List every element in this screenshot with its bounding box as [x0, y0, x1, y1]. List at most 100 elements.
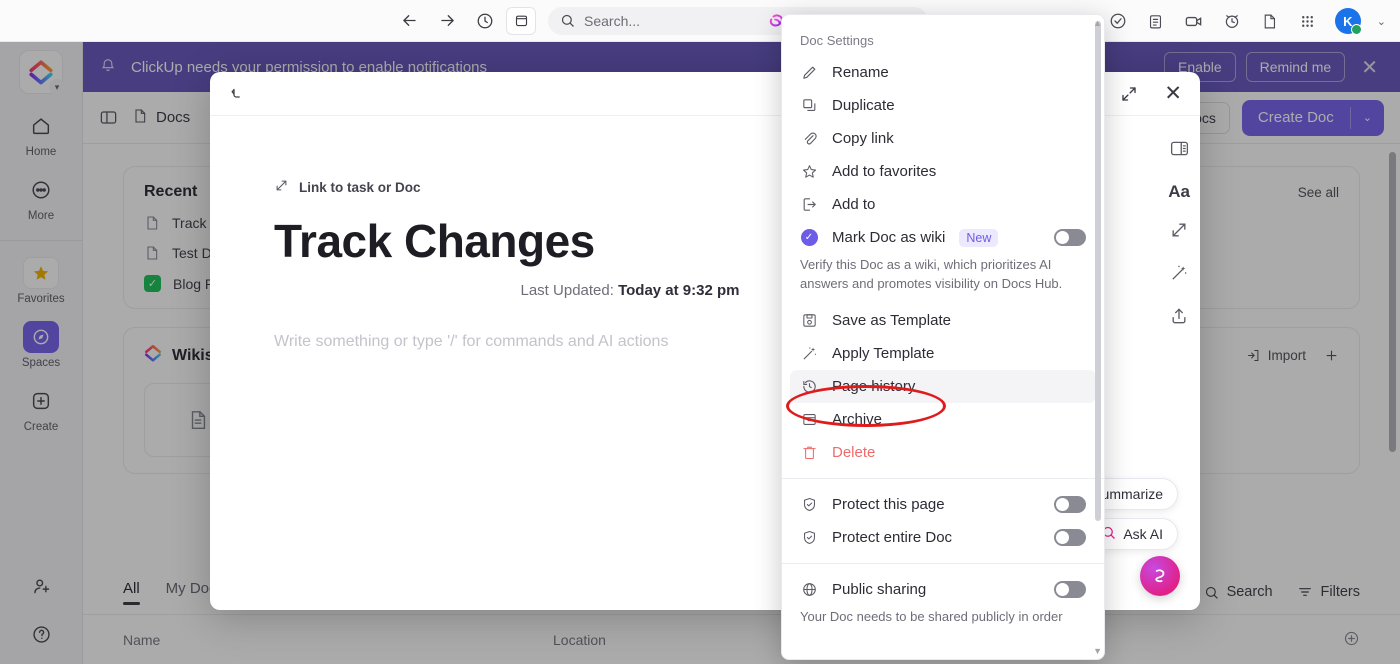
save-template-icon	[800, 312, 818, 329]
search-placeholder: Search...	[584, 12, 641, 29]
breadcrumb-label: Docs	[156, 109, 191, 126]
font-size-icon[interactable]: Aa	[1168, 182, 1190, 202]
paperclip-icon	[800, 130, 818, 147]
sidebar-item-favorites[interactable]: Favorites	[0, 257, 82, 305]
workspace-chevron-icon[interactable]: ▾	[49, 79, 65, 95]
menu-divider	[782, 562, 1104, 564]
close-icon[interactable]: ✕	[1164, 83, 1182, 104]
magic-wand-icon[interactable]	[1169, 263, 1189, 288]
updated-prefix: Last Updated:	[520, 282, 614, 299]
tab-all[interactable]: All	[123, 580, 140, 605]
video-camera-icon[interactable]	[1183, 10, 1205, 32]
close-icon[interactable]: ✕	[1355, 55, 1384, 80]
import-icon	[1247, 350, 1259, 361]
menu-item-archive[interactable]: Archive	[782, 403, 1104, 436]
clickup-ai-orb-icon[interactable]	[1140, 556, 1180, 596]
menu-item-duplicate[interactable]: Duplicate	[782, 89, 1104, 122]
task-check-icon: ✓	[144, 275, 161, 292]
menu-item-protect-this-page[interactable]: Protect this page	[782, 488, 1104, 521]
chevron-down-icon[interactable]: ⌄	[1351, 111, 1384, 124]
protect-page-toggle[interactable]	[1054, 495, 1086, 513]
app-scrollbar[interactable]	[1389, 152, 1396, 452]
menu-item-add-to[interactable]: Add to	[782, 188, 1104, 221]
filters-label: Filters	[1320, 584, 1360, 600]
avatar[interactable]: K	[1334, 8, 1362, 35]
add-column-button[interactable]	[1343, 630, 1360, 650]
clipboard-icon[interactable]	[1145, 10, 1167, 32]
menu-item-label: Mark Doc as wiki	[832, 229, 946, 246]
menu-item-save-as-template[interactable]: Save as Template	[782, 304, 1104, 337]
docs-tab-actions: Search Filters	[1204, 584, 1360, 600]
import-button[interactable]: Import	[1246, 348, 1306, 363]
menu-section-label: Doc Settings	[800, 33, 874, 48]
search-button[interactable]: Search	[1204, 584, 1273, 600]
sidebar-item-more[interactable]: More	[0, 174, 82, 222]
menu-item-delete[interactable]: Delete	[782, 436, 1104, 469]
menu-item-label: Add to	[832, 196, 876, 213]
star-outline-icon	[800, 163, 818, 180]
sidebar-item-home[interactable]: Home	[0, 110, 82, 158]
chevron-down-icon[interactable]: ⌄	[1377, 15, 1386, 28]
mark-wiki-toggle[interactable]	[1054, 229, 1086, 246]
sidebar-item-label: Spaces	[21, 357, 61, 369]
menu-item-protect-entire-doc[interactable]: Protect entire Doc	[782, 521, 1104, 554]
column-header-name[interactable]: Name	[123, 632, 553, 648]
back-arrow-icon[interactable]	[398, 10, 420, 32]
sidebar-item-label: More	[27, 210, 55, 222]
shield-icon	[800, 529, 818, 546]
public-sharing-toggle[interactable]	[1054, 580, 1086, 598]
star-icon	[23, 257, 59, 289]
remind-me-button[interactable]: Remind me	[1245, 52, 1346, 82]
scroll-down-arrow-icon[interactable]: ▼	[1093, 646, 1102, 656]
share-upload-icon[interactable]	[1169, 306, 1189, 331]
mark-wiki-description: Verify this Doc as a wiki, which priorit…	[800, 257, 1063, 291]
clickup-logo-icon[interactable]: ▾	[19, 50, 65, 95]
sidebar-item-label: Favorites	[17, 293, 65, 305]
search-icon	[1205, 586, 1218, 599]
menu-item-apply-template[interactable]: Apply Template	[782, 337, 1104, 370]
doc-settings-menu-inner: Doc Settings Rename Duplicate Copy link	[782, 15, 1104, 659]
recent-title: Recent	[144, 183, 198, 200]
menu-scrollbar[interactable]	[1095, 21, 1101, 521]
wikis-title: Wikis	[172, 346, 214, 364]
left-rail: ▾ Home More Favorites Spaces Create	[0, 42, 83, 664]
link-arrows-icon[interactable]	[1169, 220, 1189, 245]
sidebar-item-spaces[interactable]: Spaces	[0, 321, 82, 369]
see-all-link[interactable]: See all	[1298, 185, 1339, 200]
breadcrumb-docs[interactable]: Docs	[132, 108, 190, 128]
public-sharing-description: Your Doc needs to be shared publicly in …	[800, 608, 1063, 624]
apps-grid-icon[interactable]	[1297, 10, 1319, 32]
magic-wand-icon	[800, 345, 818, 362]
invite-person-icon[interactable]	[31, 576, 52, 602]
scroll-up-arrow-icon[interactable]: ▲	[1093, 18, 1102, 28]
history-clock-icon[interactable]	[474, 10, 496, 32]
forward-arrow-icon[interactable]	[436, 10, 458, 32]
tasks-check-icon[interactable]	[1107, 10, 1129, 32]
protect-doc-toggle[interactable]	[1054, 528, 1086, 546]
menu-item-add-to-favorites[interactable]: Add to favorites	[782, 155, 1104, 188]
undo-icon[interactable]	[228, 85, 246, 103]
menu-item-public-sharing[interactable]: Public sharing	[782, 573, 1104, 606]
menu-item-label: Delete	[832, 443, 876, 461]
menu-item-mark-doc-as-wiki[interactable]: ✓ Mark Doc as wiki New	[782, 221, 1104, 254]
plus-square-icon	[23, 385, 59, 417]
panel-toggle-icon[interactable]	[99, 108, 118, 127]
sidebar-item-create[interactable]: Create	[0, 385, 82, 433]
add-wiki-button[interactable]	[1324, 348, 1339, 363]
create-doc-button[interactable]: Create Doc ⌄	[1241, 99, 1384, 136]
menu-item-copy-link[interactable]: Copy link	[782, 122, 1104, 155]
filters-button[interactable]: Filters	[1297, 584, 1360, 600]
doc-icon[interactable]	[1259, 10, 1281, 32]
tab-list-icon[interactable]	[506, 6, 536, 35]
expand-arrows-icon[interactable]	[1120, 85, 1138, 103]
alarm-clock-icon[interactable]	[1221, 10, 1243, 32]
help-question-icon[interactable]	[31, 624, 52, 650]
panel-right-icon[interactable]	[1169, 138, 1190, 164]
search-label: Search	[1226, 584, 1273, 600]
import-label: Import	[1267, 348, 1306, 363]
menu-item-page-history[interactable]: Page history	[790, 369, 1096, 403]
sidebar-item-label: Create	[23, 421, 59, 433]
menu-item-label: Copy link	[832, 130, 894, 147]
updated-value: Today at 9:32 pm	[618, 282, 740, 299]
menu-item-rename[interactable]: Rename	[782, 56, 1104, 89]
